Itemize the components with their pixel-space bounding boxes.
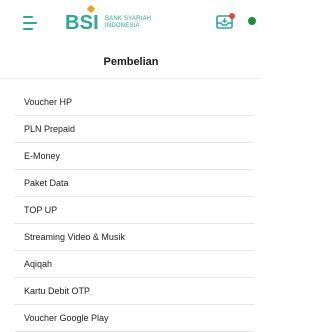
menu-item-kartu-debit-otp[interactable]: Kartu Debit OTP — [14, 278, 254, 305]
purchase-menu-list: Voucher HP PLN Prepaid E-Money Paket Dat… — [0, 89, 262, 332]
page-title: Pembelian — [0, 46, 262, 79]
menu-item-aqiqah[interactable]: Aqiqah — [14, 251, 254, 278]
logo-text-line-2: INDONESIA — [104, 23, 140, 29]
logo-text: BANK SYARIAH INDONESIA — [105, 16, 151, 30]
top-app-bar: BSI BANK SYARIAH INDONESIA — [0, 0, 262, 46]
inbox-notification-icon[interactable] — [216, 12, 236, 30]
menu-item-pln-prepaid[interactable]: PLN Prepaid — [14, 116, 254, 143]
menu-item-voucher-google-play[interactable]: Voucher Google Play — [14, 305, 254, 332]
menu-item-streaming-video-musik[interactable]: Streaming Video & Musik — [14, 224, 254, 251]
menu-item-voucher-hp[interactable]: Voucher HP — [14, 89, 254, 116]
bsi-logo: BSI BANK SYARIAH INDONESIA — [65, 4, 151, 35]
hamburger-menu-icon[interactable] — [23, 16, 41, 30]
header-actions — [216, 12, 256, 30]
logo-text-line-1: BANK SYARIAH — [104, 16, 152, 22]
menu-item-paket-data[interactable]: Paket Data — [14, 170, 254, 197]
menu-item-e-money[interactable]: E-Money — [14, 143, 254, 170]
menu-item-top-up[interactable]: TOP UP — [14, 197, 254, 224]
logo-mark: BSI — [65, 4, 99, 35]
status-dot-icon — [248, 17, 256, 25]
